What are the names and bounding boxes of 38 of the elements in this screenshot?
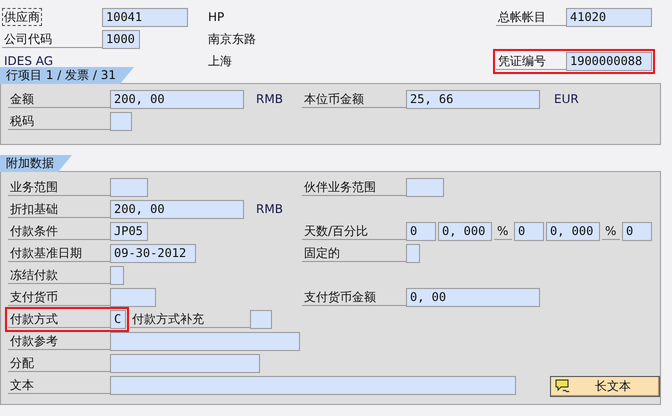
- value-text: EUR: [554, 92, 579, 106]
- unit-text: %: [602, 222, 620, 240]
- input-field[interactable]: [110, 288, 156, 306]
- value-text: RMB: [256, 92, 283, 106]
- input-field[interactable]: [406, 178, 444, 196]
- input-field[interactable]: [110, 266, 124, 284]
- input-field[interactable]: 0, 000: [546, 222, 600, 240]
- value-text: HP: [208, 10, 224, 24]
- input-field[interactable]: JP05: [110, 222, 148, 240]
- input-field[interactable]: [110, 332, 300, 350]
- input-field[interactable]: 0: [406, 222, 436, 240]
- unit-text: %: [494, 222, 512, 240]
- value-text: 南京东路: [208, 32, 256, 46]
- value-text: 上海: [208, 54, 232, 68]
- input-field[interactable]: [110, 178, 148, 196]
- input-field[interactable]: 0, 00: [406, 288, 540, 306]
- input-field[interactable]: [250, 310, 272, 328]
- input-field[interactable]: 41020: [566, 8, 652, 26]
- input-field[interactable]: 200, 00: [110, 200, 244, 218]
- value-text: RMB: [256, 202, 283, 216]
- input-field[interactable]: [110, 354, 260, 372]
- input-field[interactable]: 0: [514, 222, 544, 240]
- input-field[interactable]: 1900000088: [566, 52, 652, 70]
- long-text-button[interactable]: 长文本: [550, 376, 660, 396]
- input-field[interactable]: 0, 000: [438, 222, 492, 240]
- input-field[interactable]: C: [110, 310, 126, 328]
- input-field[interactable]: 09-30-2012: [110, 244, 196, 262]
- input-field[interactable]: 0: [622, 222, 652, 240]
- input-field[interactable]: 1000: [102, 30, 140, 48]
- input-field[interactable]: 200, 00: [110, 90, 244, 108]
- field-label: 供应商: [2, 8, 42, 26]
- input-field[interactable]: [406, 244, 420, 262]
- note-icon: [555, 379, 571, 393]
- input-field[interactable]: [110, 112, 132, 130]
- input-field[interactable]: [110, 376, 516, 394]
- value-text: IDES AG: [4, 54, 54, 68]
- input-field[interactable]: 25, 66: [406, 90, 540, 108]
- input-field[interactable]: 10041: [102, 8, 188, 26]
